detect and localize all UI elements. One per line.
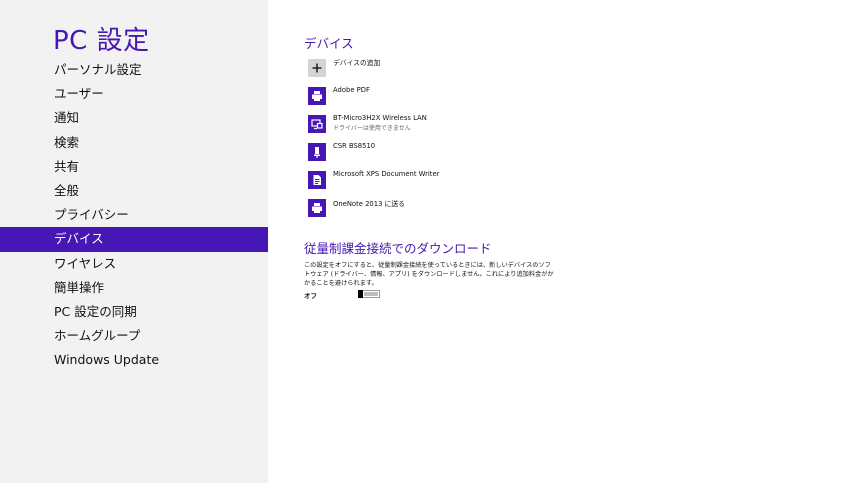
sidebar-item-general[interactable]: 全般	[0, 179, 268, 203]
sidebar-item-ease-of-access[interactable]: 簡単操作	[0, 276, 268, 300]
sidebar-item-users[interactable]: ユーザー	[0, 82, 268, 106]
plus-icon	[308, 59, 326, 77]
sidebar-nav: パーソナル設定 ユーザー 通知 検索 共有 全般 プライバシー デバイス ワイヤ…	[0, 58, 268, 372]
printer-icon	[308, 199, 326, 217]
sidebar-item-privacy[interactable]: プライバシー	[0, 203, 268, 227]
add-device-button[interactable]: デバイスの追加	[308, 58, 628, 86]
sidebar: PC 設定 パーソナル設定 ユーザー 通知 検索 共有 全般 プライバシー デバ…	[0, 0, 268, 483]
device-name: Microsoft XPS Document Writer	[333, 170, 440, 178]
sidebar-item-search[interactable]: 検索	[0, 131, 268, 155]
sidebar-item-notifications[interactable]: 通知	[0, 106, 268, 130]
device-item-onenote[interactable]: OneNote 2013 に送る	[308, 198, 628, 226]
device-name: OneNote 2013 に送る	[333, 200, 405, 208]
document-writer-icon	[308, 171, 326, 189]
metered-section-title: 従量制課金接続でのダウンロード	[304, 241, 492, 256]
toggle-state-label: オフ	[304, 292, 317, 300]
sidebar-item-wireless[interactable]: ワイヤレス	[0, 252, 268, 276]
device-name: CSR BS8510	[333, 142, 376, 150]
usb-device-icon	[308, 143, 326, 161]
sidebar-item-personalize[interactable]: パーソナル設定	[0, 58, 268, 82]
metered-description: この設定をオフにすると、従量制課金接続を使っているときには、新しいデバイスのソフ…	[304, 262, 554, 287]
printer-icon	[308, 87, 326, 105]
toggle-thumb[interactable]	[358, 290, 363, 298]
sidebar-item-windows-update[interactable]: Windows Update	[0, 348, 268, 372]
device-list: デバイスの追加 Adobe PDF BT-Micro3H2X Wireless …	[308, 58, 628, 226]
network-adapter-icon	[308, 115, 326, 133]
devices-section-title: デバイス	[304, 36, 354, 51]
main-panel: デバイス デバイスの追加 Adobe PDF BT-Micro3H2X Wire…	[268, 0, 860, 483]
device-item-adobe-pdf[interactable]: Adobe PDF	[308, 86, 628, 114]
metered-download-toggle[interactable]	[358, 290, 380, 298]
device-name: デバイスの追加	[333, 59, 381, 67]
device-item-csr-bs8510[interactable]: CSR BS8510	[308, 142, 628, 170]
device-name: Adobe PDF	[333, 86, 370, 94]
device-name: BT-Micro3H2X Wireless LAN	[333, 114, 427, 122]
device-item-wireless-lan[interactable]: BT-Micro3H2X Wireless LAN ドライバーは使用できません	[308, 114, 628, 142]
sidebar-item-devices[interactable]: デバイス	[0, 227, 268, 252]
device-status: ドライバーは使用できません	[333, 125, 411, 132]
sidebar-item-sync-settings[interactable]: PC 設定の同期	[0, 300, 268, 324]
toggle-track	[364, 292, 378, 296]
sidebar-item-share[interactable]: 共有	[0, 155, 268, 179]
device-item-xps-writer[interactable]: Microsoft XPS Document Writer	[308, 170, 628, 198]
sidebar-item-homegroup[interactable]: ホームグループ	[0, 324, 268, 348]
page-title: PC 設定	[53, 26, 150, 56]
